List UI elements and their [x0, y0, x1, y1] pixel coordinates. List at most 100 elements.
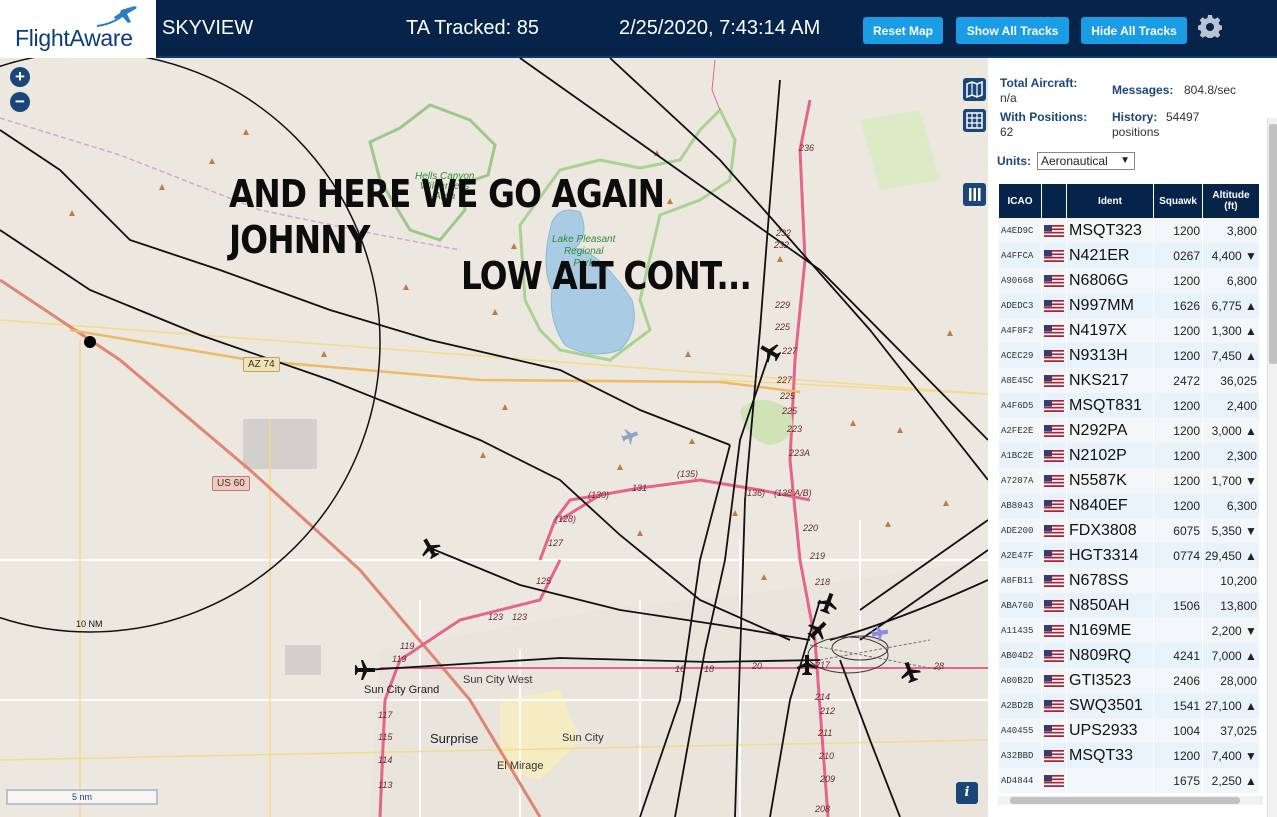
altitude-value: 7,000	[1211, 648, 1242, 663]
altitude-value: 27,100	[1205, 698, 1242, 713]
table-row[interactable]: A4F8F2 N4197X 1200 1,300 ▲	[999, 318, 1259, 343]
route-number: 236	[799, 143, 815, 153]
squawk-cell: 4241	[1154, 643, 1202, 668]
squawk-cell: 1675	[1154, 768, 1202, 793]
ghost-aircraft-icon	[621, 429, 639, 445]
columns-icon[interactable]	[963, 183, 986, 206]
table-row[interactable]: A2BD2B SWQ3501 1541 27,100 ▲	[999, 693, 1259, 718]
show-all-tracks-button[interactable]: Show All Tracks	[956, 17, 1069, 44]
table-row[interactable]: A32BBD MSQT33 1200 7,400 ▼	[999, 743, 1259, 768]
ident-cell: NKS217	[1067, 368, 1153, 393]
route-number: 212	[820, 706, 836, 716]
us-flag-glyph	[1044, 775, 1064, 788]
table-row[interactable]: A00B2D GTI3523 2406 28,000	[999, 668, 1259, 693]
altitude-cell: 29,450 ▲	[1203, 543, 1259, 568]
table-row[interactable]: ACEC29 N9313H 1200 7,450 ▲	[999, 343, 1259, 368]
altitude-cell: 4,400 ▼	[1203, 243, 1259, 268]
col-ident[interactable]: Ident	[1067, 184, 1153, 218]
table-row[interactable]: A7207A N5587K 1200 1,700 ▼	[999, 468, 1259, 493]
altitude-value: 2,200	[1211, 623, 1242, 638]
table-row[interactable]: A11435 N169ME 2,200 ▼	[999, 618, 1259, 643]
route-number: 125	[536, 576, 552, 586]
us-flag-glyph	[1044, 275, 1064, 288]
col-altitude[interactable]: Altitude (ft)	[1203, 184, 1259, 218]
aircraft-icon	[760, 344, 782, 363]
horizontal-scroll-thumb[interactable]	[1010, 797, 1240, 804]
altitude-cell: 6,775 ▲	[1203, 293, 1259, 318]
altitude-trend-icon: ▼	[1245, 523, 1257, 538]
history-unit: positions	[1112, 125, 1160, 139]
altitude-cell: 10,200	[1203, 568, 1259, 593]
squawk-cell: 1200	[1154, 343, 1202, 368]
table-row[interactable]: A4F6D5 MSQT831 1200 2,400	[999, 393, 1259, 418]
overlay-message: AND HERE WE GO AGAIN	[229, 172, 665, 216]
table-row[interactable]: A1BC2E N2102P 1200 2,300	[999, 443, 1259, 468]
units-select[interactable]: Aeronautical ▼	[1037, 152, 1135, 170]
city-sun-city: Sun City	[562, 732, 604, 744]
us-flag-icon	[1042, 593, 1066, 618]
reset-map-button[interactable]: Reset Map	[863, 17, 943, 44]
us-flag-glyph	[1044, 225, 1064, 238]
us-flag-glyph	[1044, 575, 1064, 588]
zoom-out-icon[interactable]: −	[10, 92, 30, 112]
dropdown-arrow-icon: ▼	[1120, 155, 1130, 166]
table-row[interactable]: ABA760 N850AH 1506 13,800	[999, 593, 1259, 618]
squawk-cell: 1200	[1154, 493, 1202, 518]
ident-cell: N997MM	[1067, 293, 1153, 318]
overlay-message: JOHNNY	[229, 218, 370, 262]
skyview-app: FlightAware SKYVIEW TA Tracked: 85 2/25/…	[0, 0, 1277, 817]
table-row[interactable]: A4FFCA N421ER 0267 4,400 ▼	[999, 243, 1259, 268]
altitude-cell: 3,800	[1203, 218, 1259, 243]
city-surprise: Surprise	[430, 731, 479, 746]
route-number: 28	[934, 661, 945, 671]
horizontal-scrollbar[interactable]	[998, 796, 1263, 805]
table-row[interactable]: AD4844 1675 2,250 ▲	[999, 768, 1259, 793]
zoom-in-icon[interactable]: +	[10, 67, 30, 87]
table-row[interactable]: A4ED9C MSQT323 1200 3,800	[999, 218, 1259, 243]
table-row[interactable]: ADE200 FDX3808 6075 5,350 ▼	[999, 518, 1259, 543]
squawk-cell: 1506	[1154, 593, 1202, 618]
table-row[interactable]: A8FB11 N678SS 10,200	[999, 568, 1259, 593]
grid-icon[interactable]	[963, 109, 986, 132]
info-icon[interactable]: i	[956, 782, 978, 804]
aircraft-icon	[355, 660, 375, 680]
col-flag[interactable]	[1042, 184, 1066, 218]
squawk-cell	[1154, 618, 1202, 643]
top-header: FlightAware SKYVIEW TA Tracked: 85 2/25/…	[0, 0, 1277, 58]
altitude-value: 2,250	[1211, 773, 1242, 788]
table-row[interactable]: A8E45C NKS217 2472 36,025	[999, 368, 1259, 393]
ident-cell: N809RQ	[1067, 643, 1153, 668]
altitude-value: 6,300	[1226, 498, 1257, 513]
col-icao[interactable]: ICAO	[999, 184, 1041, 218]
map-view[interactable]: Hells Canyon Wilderness Area Lake Pleasa…	[0, 58, 988, 817]
city-el-mirage: El Mirage	[497, 760, 544, 772]
route-number: 210	[819, 751, 835, 761]
table-row[interactable]: A40455 UPS2933 1004 37,025	[999, 718, 1259, 743]
map-layers-icon[interactable]	[963, 78, 986, 101]
altitude-cell: 7,400 ▼	[1203, 743, 1259, 768]
ident-cell: N5587K	[1067, 468, 1153, 493]
table-row[interactable]: A90668 N6806G 1200 6,800	[999, 268, 1259, 293]
flightaware-logo[interactable]: FlightAware	[0, 0, 156, 58]
table-row[interactable]: A2E47F HGT3314 0774 29,450 ▲	[999, 543, 1259, 568]
gear-icon[interactable]	[1198, 14, 1222, 38]
table-row[interactable]: AB8043 N840EF 1200 6,300	[999, 493, 1259, 518]
ident-cell: N850AH	[1067, 593, 1153, 618]
vertical-scrollbar[interactable]	[1267, 118, 1277, 817]
hide-all-tracks-button[interactable]: Hide All Tracks	[1081, 17, 1187, 44]
with-positions-value: 62	[1000, 125, 1014, 139]
table-row[interactable]: A2FE2E N292PA 1200 3,000 ▲	[999, 418, 1259, 443]
vertical-scroll-thumb[interactable]	[1269, 124, 1277, 364]
col-squawk[interactable]: Squawk	[1154, 184, 1202, 218]
altitude-cell: 2,250 ▲	[1203, 768, 1259, 793]
table-row[interactable]: AB04D2 N809RQ 4241 7,000 ▲	[999, 643, 1259, 668]
us-flag-glyph	[1044, 525, 1064, 538]
table-row[interactable]: ADEDC3 N997MM 1626 6,775 ▲	[999, 293, 1259, 318]
route-number: (135)	[677, 469, 699, 479]
route-number: 209	[820, 774, 836, 784]
altitude-cell: 27,100 ▲	[1203, 693, 1259, 718]
route-number: 232	[774, 240, 790, 250]
route-number: 227	[782, 346, 798, 356]
aircraft-table-container[interactable]: ICAO Ident Squawk Altitude (ft) A4ED9C MS…	[998, 184, 1263, 796]
altitude-trend-icon: ▼	[1245, 248, 1257, 263]
